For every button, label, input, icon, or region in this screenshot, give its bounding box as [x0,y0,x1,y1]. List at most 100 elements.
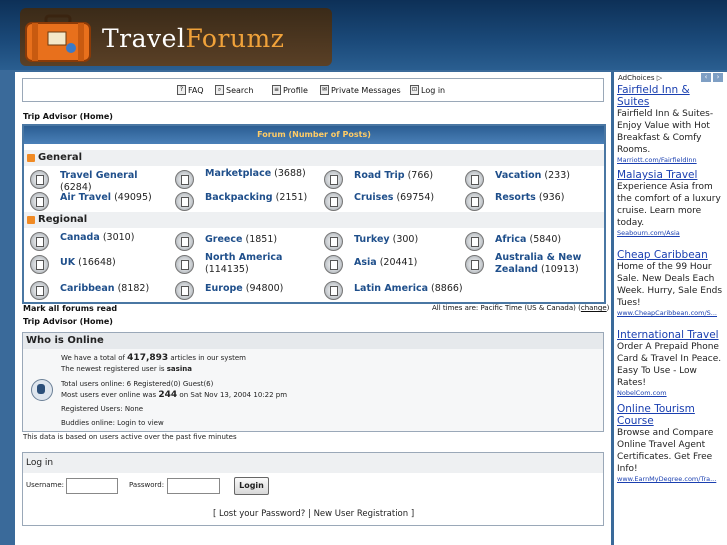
forum-icon [30,170,49,189]
nav-faq[interactable]: ? FAQ [177,85,204,95]
forum-uk[interactable]: UK (16648) [26,254,170,274]
password-input[interactable] [167,478,220,494]
login-button[interactable]: Login [234,477,269,495]
forum-backpacking[interactable]: Backpacking (2151) [171,189,315,211]
forum-name[interactable]: Caribbean [60,283,115,294]
forum-vacation[interactable]: Vacation (233) [461,167,605,189]
forum-marketplace[interactable]: Marketplace (3688) [171,165,315,189]
nav-search-label: Search [226,85,254,95]
ad-prev-arrow-icon[interactable]: ‹ [701,73,711,82]
newest-user-link[interactable]: sasina [167,365,192,373]
ad-item[interactable]: Malaysia Travel Experience Asia from the… [617,169,725,237]
ad-title[interactable]: Malaysia Travel [617,169,725,181]
timezone-change-link[interactable]: change [581,304,607,312]
articles-count: 417,893 [127,353,169,363]
forum-name[interactable]: Travel General [60,170,138,181]
forum-count: (49095) [114,192,152,203]
forum-name[interactable]: Air Travel [60,192,111,203]
nav-login[interactable]: ⊡ Log in [410,85,445,95]
forum-turkey[interactable]: Turkey (300) [320,231,464,251]
ad-next-arrow-icon[interactable]: › [713,73,723,82]
forum-resorts[interactable]: Resorts (936) [461,189,605,211]
forum-latin-america[interactable]: Latin America (8866) [320,280,464,300]
forum-europe[interactable]: Europe (94800) [171,280,315,300]
ad-item[interactable]: International Travel Order A Prepaid Pho… [617,329,725,397]
ad-url[interactable]: www.CheapCaribbean.com/S... [617,309,725,317]
adchoices-label[interactable]: AdChoices ▷ [618,74,662,82]
mark-all-read-link[interactable]: Mark all forums read [23,304,117,313]
forum-name[interactable]: Marketplace [205,168,271,179]
forum-count: (766) [407,170,434,181]
forum-air-travel[interactable]: Air Travel (49095) [26,189,170,211]
forum-africa[interactable]: Africa (5840) [461,231,605,251]
nav-search[interactable]: ⌕ Search [215,85,253,95]
nav-private-messages[interactable]: ✉ Private Messages [320,85,401,95]
forum-road-trip[interactable]: Road Trip (766) [320,167,464,189]
forum-north-america[interactable]: North America (114135) [171,250,315,276]
forum-icon [30,255,49,274]
ad-title[interactable]: Cheap Caribbean [617,249,725,261]
ad-url[interactable]: www.EarnMyDegree.com/Tra... [617,475,725,483]
password-label: Password: [129,481,165,489]
adchoices-icon: ▷ [656,74,663,82]
forum-name[interactable]: Backpacking [205,192,273,203]
ad-body: Fairfield Inn & Suites-Enjoy Value with … [617,109,714,155]
forum-travel-general[interactable]: Travel General (6284) [26,167,170,193]
most-users-count: 244 [158,390,178,400]
category-general[interactable]: General [24,150,604,166]
forum-name[interactable]: Latin America [354,283,428,294]
ad-url[interactable]: Seabourn.com/Asia [617,229,725,237]
ad-url[interactable]: Marriott.com/FairfieldInn [617,156,725,164]
timezone-end: ) [606,304,610,312]
username-input[interactable] [66,478,118,494]
ad-title[interactable]: International Travel [617,329,725,341]
forum-count: (5840) [529,234,562,245]
ad-body: Home of the 99 Hour Sale. New Deals Each… [617,262,723,308]
profile-icon: ≡ [272,85,281,95]
ad-title[interactable]: Fairfield Inn & Suites [617,84,725,108]
forum-australia-new-zealand[interactable]: Australia & New Zealand (10913) [461,250,605,276]
logo-text: TravelForumz [102,24,285,53]
category-regional[interactable]: Regional [24,212,604,228]
forum-name[interactable]: Vacation [495,170,541,181]
forum-count: (16648) [78,257,116,268]
nav-profile[interactable]: ≡ Profile [272,85,308,95]
forum-canada[interactable]: Canada (3010) [26,229,170,251]
forum-name[interactable]: Europe [205,283,243,294]
forum-icon [30,192,49,211]
forum-name[interactable]: Resorts [495,192,536,203]
forum-asia[interactable]: Asia (20441) [320,254,464,274]
forum-name[interactable]: North America [205,252,282,263]
lost-password-links[interactable]: [ Lost your Password? | New User Registr… [213,509,414,519]
site-logo[interactable]: TravelForumz [20,8,332,66]
ad-item[interactable]: Fairfield Inn & Suites Fairfield Inn & S… [617,84,725,164]
top-navigation: ? FAQ ⌕ Search ≡ Profile ✉ Private Messages … [22,78,604,102]
forum-count: (10913) [541,264,579,275]
breadcrumb-top[interactable]: Trip Advisor (Home) [23,112,113,121]
forum-icon [324,170,343,189]
ad-item[interactable]: Cheap Caribbean Home of the 99 Hour Sale… [617,249,725,317]
site-header: TravelForumz [0,0,727,70]
forum-name[interactable]: Africa [495,234,526,245]
forum-greece[interactable]: Greece (1851) [171,231,315,251]
forum-name[interactable]: UK [60,257,75,268]
forum-icon [175,255,194,274]
forum-name[interactable]: Road Trip [354,170,405,181]
forum-name[interactable]: Canada [60,232,100,243]
ad-body: Order A Prepaid Phone Card & Travel In P… [617,342,722,388]
forum-cruises[interactable]: Cruises (69754) [320,189,464,211]
forum-caribbean[interactable]: Caribbean (8182) [26,280,170,300]
forum-name[interactable]: Cruises [354,192,393,203]
search-icon: ⌕ [215,85,224,95]
ad-title[interactable]: Online Tourism Course [617,403,725,427]
forum-name[interactable]: Greece [205,234,242,245]
ad-item[interactable]: Online Tourism Course Browse and Compare… [617,403,725,483]
ad-url[interactable]: NobelCom.com [617,389,725,397]
forum-count: (300) [392,234,419,245]
breadcrumb-bottom[interactable]: Trip Advisor (Home) [23,317,113,326]
forum-icon [175,281,194,300]
forum-name[interactable]: Turkey [354,234,390,245]
forum-name[interactable]: Asia [354,257,377,268]
rss-icon [27,216,35,224]
forum-count: (233) [544,170,570,181]
